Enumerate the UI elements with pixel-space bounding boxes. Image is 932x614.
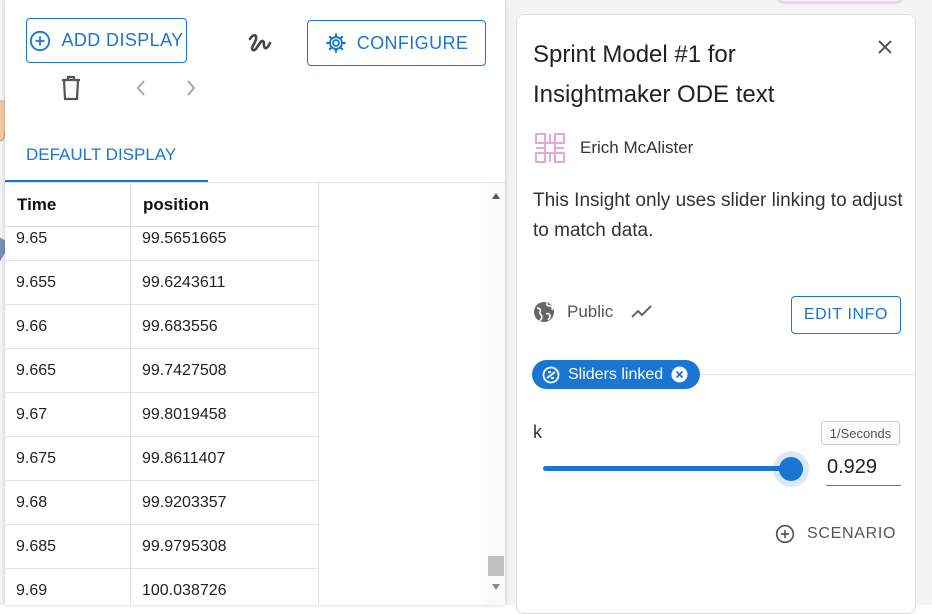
slider-thumb[interactable]	[778, 457, 803, 481]
scenario-label: SCENARIO	[807, 525, 897, 542]
globe-icon	[534, 302, 554, 322]
gear-icon	[325, 33, 346, 53]
scroll-down-arrow-icon[interactable]	[492, 584, 500, 590]
slider-track[interactable]	[543, 466, 791, 471]
table-row: 9.67 99.8019458	[5, 393, 319, 437]
slider-unit: 1/Seconds	[821, 421, 900, 445]
trending-icon[interactable]	[630, 304, 654, 320]
position-cell: 100.038726	[131, 569, 319, 605]
position-cell: 99.8611407	[131, 437, 319, 480]
link-slider-icon	[542, 366, 560, 383]
visibility-row: Public	[533, 301, 654, 323]
add-circle-icon	[30, 30, 51, 51]
author[interactable]: Erich McAlister	[533, 131, 693, 165]
chip-remove-icon[interactable]	[671, 366, 688, 383]
insight-description: This Insight only uses slider linking to…	[533, 190, 903, 241]
position-cell: 99.7427508	[131, 349, 319, 392]
add-circle-icon	[775, 524, 795, 544]
chevron-right-icon[interactable]	[183, 78, 199, 98]
table-row: 9.655 99.6243611	[5, 261, 319, 305]
scenario-button[interactable]: SCENARIO	[775, 524, 896, 544]
close-icon[interactable]	[875, 37, 895, 57]
time-cell: 9.69	[5, 569, 131, 605]
insight-title: Sprint Model #1 for Insightmaker ODE tex…	[533, 41, 775, 108]
table-row: 9.66 99.683556	[5, 305, 319, 349]
configure-label: CONFIGURE	[356, 32, 469, 53]
time-cell: 9.66	[5, 305, 131, 348]
canvas-decoration	[775, 0, 905, 4]
time-cell: 9.685	[5, 525, 131, 568]
table-row: 9.685 99.9795308	[5, 525, 319, 569]
tab-label: DEFAULT DISPLAY	[26, 145, 177, 164]
table-header: Time position	[5, 183, 319, 227]
scroll-up-arrow-icon[interactable]	[492, 193, 500, 199]
tab-default-display[interactable]: DEFAULT DISPLAY	[5, 128, 208, 182]
visibility-label: Public	[567, 302, 614, 321]
position-cell: 99.683556	[131, 305, 319, 348]
insight-info-panel: Sprint Model #1 for Insightmaker ODE tex…	[516, 14, 916, 614]
data-table: 9.65 99.5651665 9.655 99.6243611 9.66 99…	[5, 183, 505, 605]
position-cell: 99.9795308	[131, 525, 319, 568]
table-row: 9.69 100.038726	[5, 569, 319, 605]
time-cell: 9.665	[5, 349, 131, 392]
table-row: 9.675 99.8611407	[5, 437, 319, 481]
slider-value-input[interactable]	[826, 450, 901, 486]
column-header-time[interactable]: Time	[5, 183, 131, 227]
chip-label: Sliders linked	[568, 365, 664, 383]
trash-icon[interactable]	[60, 75, 82, 101]
edit-info-button[interactable]: EDIT INFO	[791, 296, 901, 334]
scroll-thumb[interactable]	[488, 556, 504, 576]
configure-button[interactable]: CONFIGURE	[307, 20, 486, 66]
chevron-left-icon[interactable]	[133, 78, 149, 98]
position-cell: 99.8019458	[131, 393, 319, 436]
time-cell: 9.675	[5, 437, 131, 480]
gesture-icon[interactable]	[246, 29, 274, 57]
display-panel: ADD DISPLAY CONFIGURE DEFAULT DISPLAY 9.…	[5, 0, 505, 605]
add-display-button[interactable]: ADD DISPLAY	[26, 18, 187, 63]
position-cell: 99.9203357	[131, 481, 319, 524]
position-cell: 99.6243611	[131, 261, 319, 304]
column-header-position[interactable]: position	[131, 183, 319, 227]
table-body: 9.65 99.5651665 9.655 99.6243611 9.66 99…	[5, 217, 319, 605]
author-name: Erich McAlister	[580, 138, 694, 157]
time-cell: 9.655	[5, 261, 131, 304]
add-display-label: ADD DISPLAY	[61, 30, 184, 50]
time-cell: 9.67	[5, 393, 131, 436]
slider-name: k	[533, 422, 542, 442]
sliders-linked-chip[interactable]: Sliders linked	[532, 360, 701, 389]
table-scrollbar[interactable]	[487, 183, 505, 605]
avatar	[535, 133, 565, 163]
time-cell: 9.68	[5, 481, 131, 524]
table-row: 9.68 99.9203357	[5, 481, 319, 525]
table-row: 9.665 99.7427508	[5, 349, 319, 393]
